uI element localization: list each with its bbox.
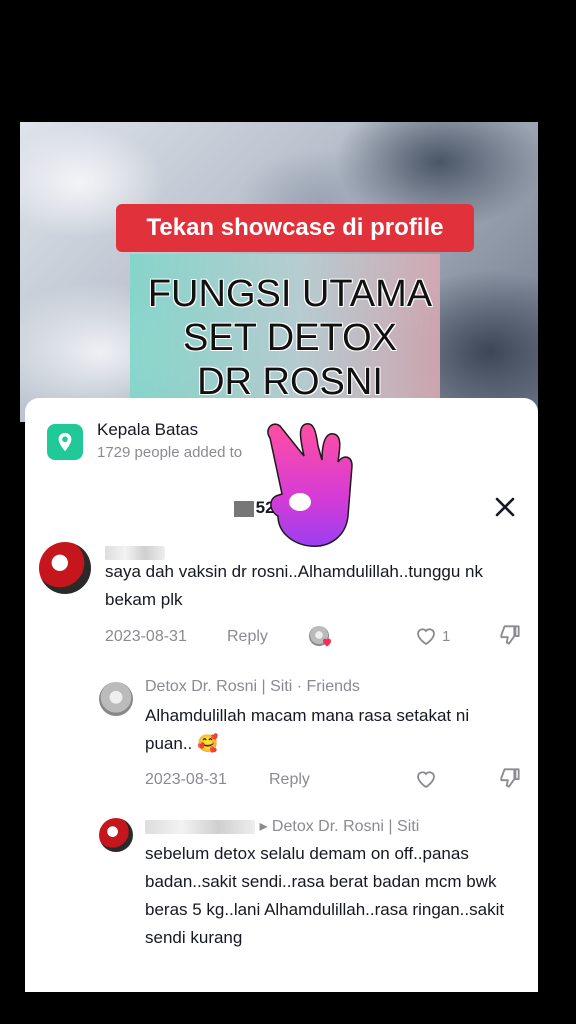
- comment-text: Alhamdulillah macam mana rasa setakat ni…: [145, 706, 470, 753]
- reply-button[interactable]: Reply: [227, 628, 268, 646]
- avatar[interactable]: [39, 542, 91, 594]
- heart-icon: [417, 771, 435, 789]
- comment-date: 2023-08-31: [105, 628, 187, 645]
- avatar[interactable]: [99, 682, 133, 716]
- location-name: Kepala Batas: [97, 420, 199, 439]
- comment-item: saya dah vaksin dr rosni..Alhamdulillah.…: [25, 538, 538, 658]
- comment-text: sebelum detox selalu demam on off..panas…: [145, 844, 505, 947]
- like-button[interactable]: [413, 767, 439, 791]
- location-pin-icon: [47, 424, 83, 460]
- comment-reply-to[interactable]: ▸ Detox Dr. Rosni | Siti: [145, 816, 419, 836]
- heart-icon: [322, 638, 332, 647]
- comment-text: saya dah vaksin dr rosni..Alhamdulillah.…: [105, 562, 483, 609]
- heart-icon: [417, 628, 435, 646]
- ok-hand-emoji: [260, 416, 360, 550]
- comment-date: 2023-08-31: [145, 771, 227, 788]
- showcase-tag: Tekan showcase di profile: [116, 204, 474, 252]
- creator-liked-badge: [309, 626, 333, 648]
- video-title-line-1: FUNGSI UTAMA: [147, 273, 433, 315]
- reply-button[interactable]: Reply: [269, 771, 310, 789]
- blurred-prefix: [233, 500, 254, 517]
- location-subtitle: 1729 people added to: [97, 444, 243, 461]
- video-title-line-2: SET DETOX: [183, 317, 397, 359]
- like-count: 1: [442, 628, 451, 645]
- like-button[interactable]: [413, 624, 439, 648]
- avatar[interactable]: [99, 818, 133, 852]
- comment-author[interactable]: Detox Dr. Rosni | Siti · Friends: [145, 678, 360, 696]
- dislike-icon[interactable]: [497, 622, 523, 648]
- video-title: FUNGSI UTAMA SET DETOX DR ROSNI: [130, 272, 450, 404]
- blurred-author: [145, 819, 255, 834]
- close-icon[interactable]: [492, 494, 518, 520]
- dislike-icon[interactable]: [497, 765, 523, 791]
